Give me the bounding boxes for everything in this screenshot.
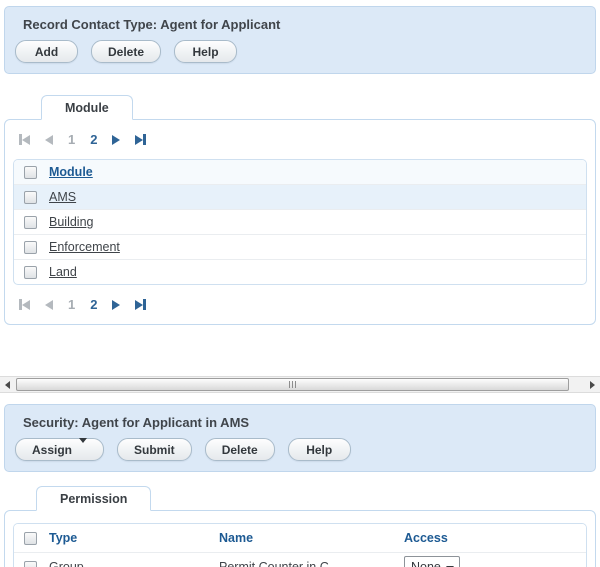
permission-table: Type Name Access Group Permit Counter in… bbox=[13, 523, 587, 567]
first-page-icon[interactable] bbox=[19, 299, 30, 310]
assign-button-label: Assign bbox=[32, 443, 72, 457]
last-page-icon[interactable] bbox=[135, 299, 146, 310]
access-cell: None bbox=[404, 556, 576, 567]
prev-page-icon[interactable] bbox=[45, 134, 53, 145]
module-table: Module AMS Building Enforcement Land bbox=[13, 159, 587, 285]
type-cell: Group bbox=[49, 560, 219, 567]
module-tab-row: Module bbox=[41, 94, 600, 119]
module-column-header[interactable]: Module bbox=[49, 165, 93, 179]
help-button-label: Help bbox=[306, 443, 332, 457]
page-number-2[interactable]: 2 bbox=[90, 297, 97, 312]
scrollbar-track[interactable] bbox=[15, 377, 585, 392]
scroll-right-icon[interactable] bbox=[585, 377, 600, 392]
type-column-header: Type bbox=[49, 531, 219, 545]
module-link[interactable]: Land bbox=[49, 265, 77, 279]
module-table-header-row: Module bbox=[14, 160, 586, 184]
add-button[interactable]: Add bbox=[15, 40, 78, 63]
module-panel: 1 2 Module AMS Building Enforcement Land… bbox=[4, 119, 596, 325]
assign-menu-button[interactable]: Assign bbox=[15, 438, 104, 461]
table-row[interactable]: Land bbox=[14, 259, 586, 284]
security-title: Security: Agent for Applicant in AMS bbox=[23, 415, 585, 430]
page-number-1: 1 bbox=[68, 132, 75, 147]
next-page-icon[interactable] bbox=[112, 299, 120, 310]
toolbar: Add Delete Help bbox=[15, 40, 585, 63]
row-checkbox[interactable] bbox=[24, 216, 37, 229]
security-header: Security: Agent for Applicant in AMS Ass… bbox=[4, 404, 596, 472]
delete-button[interactable]: Delete bbox=[205, 438, 275, 461]
next-page-icon[interactable] bbox=[112, 134, 120, 145]
name-cell: Permit Counter in C... bbox=[219, 560, 404, 567]
module-link[interactable]: Building bbox=[49, 215, 93, 229]
pagination-bottom: 1 2 bbox=[5, 285, 595, 324]
name-column-header: Name bbox=[219, 531, 404, 545]
pagination-top: 1 2 bbox=[5, 120, 595, 159]
security-toolbar: Assign Submit Delete Help bbox=[15, 438, 585, 461]
scrollbar-thumb[interactable] bbox=[16, 378, 569, 391]
prev-page-icon[interactable] bbox=[45, 299, 53, 310]
delete-button-label: Delete bbox=[222, 443, 258, 457]
add-button-label: Add bbox=[35, 45, 58, 59]
access-column-header: Access bbox=[404, 531, 576, 545]
permission-table-header-row: Type Name Access bbox=[14, 524, 586, 552]
tab-module[interactable]: Module bbox=[41, 95, 133, 120]
module-link[interactable]: AMS bbox=[49, 190, 76, 204]
delete-button-label: Delete bbox=[108, 45, 144, 59]
permission-panel: Type Name Access Group Permit Counter in… bbox=[4, 510, 596, 567]
page-number-1: 1 bbox=[68, 297, 75, 312]
table-row[interactable]: Building bbox=[14, 209, 586, 234]
submit-button-label: Submit bbox=[134, 443, 175, 457]
access-select[interactable]: None bbox=[405, 557, 459, 567]
table-row[interactable]: Enforcement bbox=[14, 234, 586, 259]
page-title: Record Contact Type: Agent for Applicant bbox=[23, 17, 585, 32]
help-button-label: Help bbox=[193, 45, 219, 59]
horizontal-scrollbar[interactable] bbox=[0, 376, 600, 393]
access-select-wrap: None bbox=[404, 556, 460, 567]
page-number-2[interactable]: 2 bbox=[90, 132, 97, 147]
row-checkbox[interactable] bbox=[24, 561, 37, 567]
dropdown-caret-icon bbox=[79, 443, 87, 457]
row-checkbox[interactable] bbox=[24, 191, 37, 204]
delete-button[interactable]: Delete bbox=[91, 40, 161, 63]
tab-permission[interactable]: Permission bbox=[36, 486, 151, 511]
row-checkbox[interactable] bbox=[24, 241, 37, 254]
select-all-checkbox[interactable] bbox=[24, 166, 37, 179]
thumb-grip-icon bbox=[292, 381, 293, 388]
select-all-checkbox[interactable] bbox=[24, 532, 37, 545]
first-page-icon[interactable] bbox=[19, 134, 30, 145]
permission-tab-row: Permission bbox=[36, 485, 600, 510]
help-button[interactable]: Help bbox=[288, 438, 351, 461]
thumb-grip-icon bbox=[295, 381, 296, 388]
last-page-icon[interactable] bbox=[135, 134, 146, 145]
help-button[interactable]: Help bbox=[174, 40, 237, 63]
row-checkbox[interactable] bbox=[24, 266, 37, 279]
module-link[interactable]: Enforcement bbox=[49, 240, 120, 254]
record-contact-type-header: Record Contact Type: Agent for Applicant… bbox=[4, 6, 596, 74]
table-row[interactable]: Group Permit Counter in C... None bbox=[14, 552, 586, 567]
thumb-grip-icon bbox=[289, 381, 290, 388]
scroll-left-icon[interactable] bbox=[0, 377, 15, 392]
table-row[interactable]: AMS bbox=[14, 184, 586, 209]
submit-button[interactable]: Submit bbox=[117, 438, 192, 461]
